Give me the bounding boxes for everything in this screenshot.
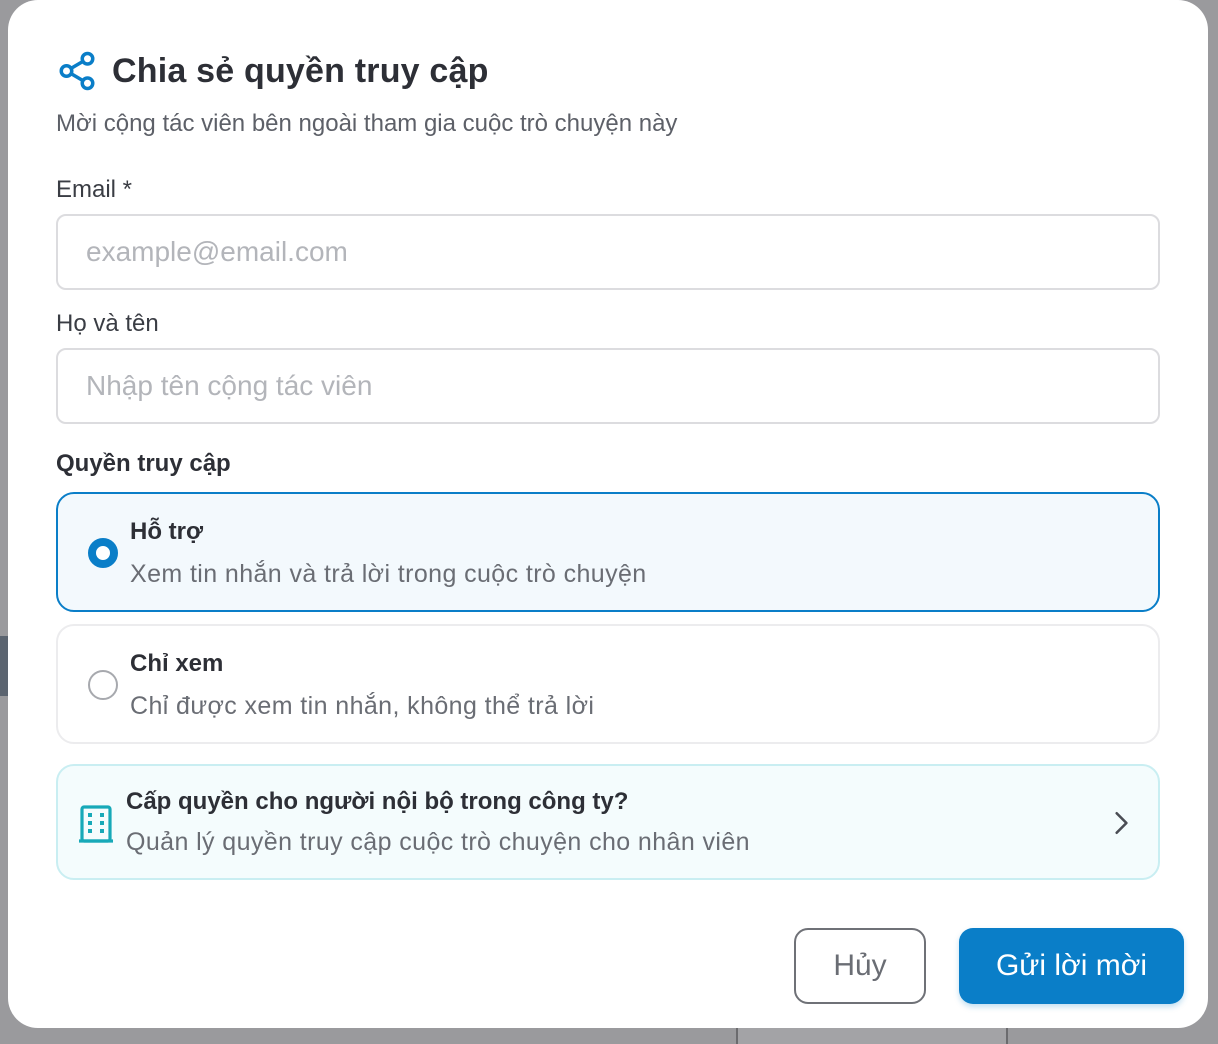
option-title: Chỉ xem xyxy=(130,650,224,677)
internal-access-description: Quản lý quyền truy cập cuộc trò chuyện c… xyxy=(126,828,750,856)
access-permission-label: Quyền truy cập xyxy=(56,450,231,477)
option-title: Hỗ trợ xyxy=(130,518,204,545)
internal-access-title: Cấp quyền cho người nội bộ trong công ty… xyxy=(126,788,629,815)
share-access-dialog: Chia sẻ quyền truy cập Mời cộng tác viên… xyxy=(8,0,1208,1028)
building-icon xyxy=(79,805,113,843)
dialog-subtitle: Mời cộng tác viên bên ngoài tham gia cuộ… xyxy=(56,110,678,137)
email-label: Email * xyxy=(56,176,133,203)
email-input[interactable] xyxy=(56,214,1160,290)
radio-support[interactable] xyxy=(88,538,118,568)
option-description: Xem tin nhắn và trả lời trong cuộc trò c… xyxy=(130,560,647,588)
dialog-header: Chia sẻ quyền truy cập xyxy=(56,50,489,92)
chevron-right-icon xyxy=(1115,811,1128,835)
full-name-input[interactable] xyxy=(56,348,1160,424)
access-option-view-only[interactable]: Chỉ xem Chỉ được xem tin nhắn, không thể… xyxy=(56,624,1160,744)
backdrop-fragment xyxy=(0,636,8,696)
send-invite-button[interactable]: Gửi lời mời xyxy=(959,928,1184,1004)
internal-access-link[interactable]: Cấp quyền cho người nội bộ trong công ty… xyxy=(56,764,1160,880)
share-icon xyxy=(59,51,95,91)
radio-view-only[interactable] xyxy=(88,670,118,700)
access-option-support[interactable]: Hỗ trợ Xem tin nhắn và trả lời trong cuộ… xyxy=(56,492,1160,612)
option-description: Chỉ được xem tin nhắn, không thể trả lời xyxy=(130,692,595,720)
cancel-button[interactable]: Hủy xyxy=(794,928,926,1004)
dialog-title: Chia sẻ quyền truy cập xyxy=(112,51,489,90)
full-name-label: Họ và tên xyxy=(56,310,159,337)
